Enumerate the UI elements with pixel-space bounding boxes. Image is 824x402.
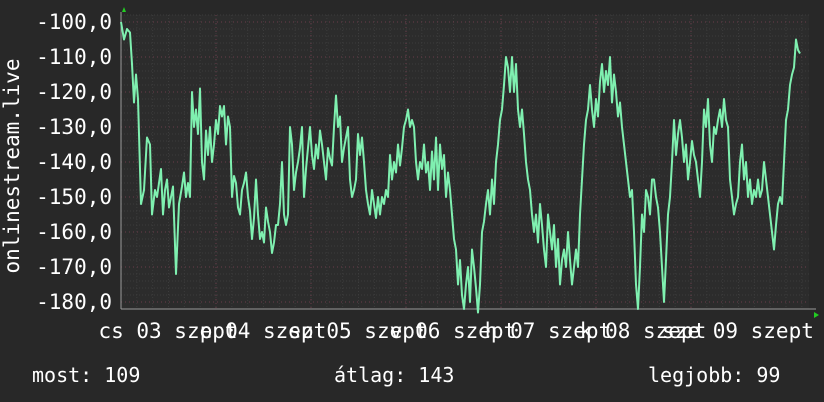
- y-tick-label: -180,0: [36, 290, 112, 314]
- y-tick-label: -130,0: [36, 115, 112, 139]
- y-axis-label: onlinestream.live: [0, 59, 24, 274]
- y-tick-label: -100,0: [36, 10, 112, 34]
- x-tick-labels: cs 03 szeptp 04 szeptsz 05 szeptv 06 sze…: [98, 319, 813, 343]
- x-axis-arrow: [814, 312, 819, 318]
- y-tick-label: -110,0: [36, 45, 112, 69]
- current-value: most: 109: [32, 363, 141, 387]
- y-tick-label: -150,0: [36, 185, 112, 209]
- y-tick-labels: -100,0 -110,0 -120,0 -130,0 -140,0 -150,0 -160…: [36, 10, 112, 314]
- y-tick-label: -120,0: [36, 80, 112, 104]
- x-tick-label: sze 09 szept: [662, 319, 814, 343]
- y-tick-label: -140,0: [36, 150, 112, 174]
- y-tick-label: -170,0: [36, 255, 112, 279]
- y-axis-arrow: [122, 7, 126, 12]
- best-value: legjobb: 99: [648, 363, 781, 387]
- chart: -100,0 -110,0 -120,0 -130,0 -140,0 -150,0 -160…: [0, 7, 819, 343]
- average-value: átlag: 143: [334, 363, 455, 387]
- y-tick-label: -160,0: [36, 220, 112, 244]
